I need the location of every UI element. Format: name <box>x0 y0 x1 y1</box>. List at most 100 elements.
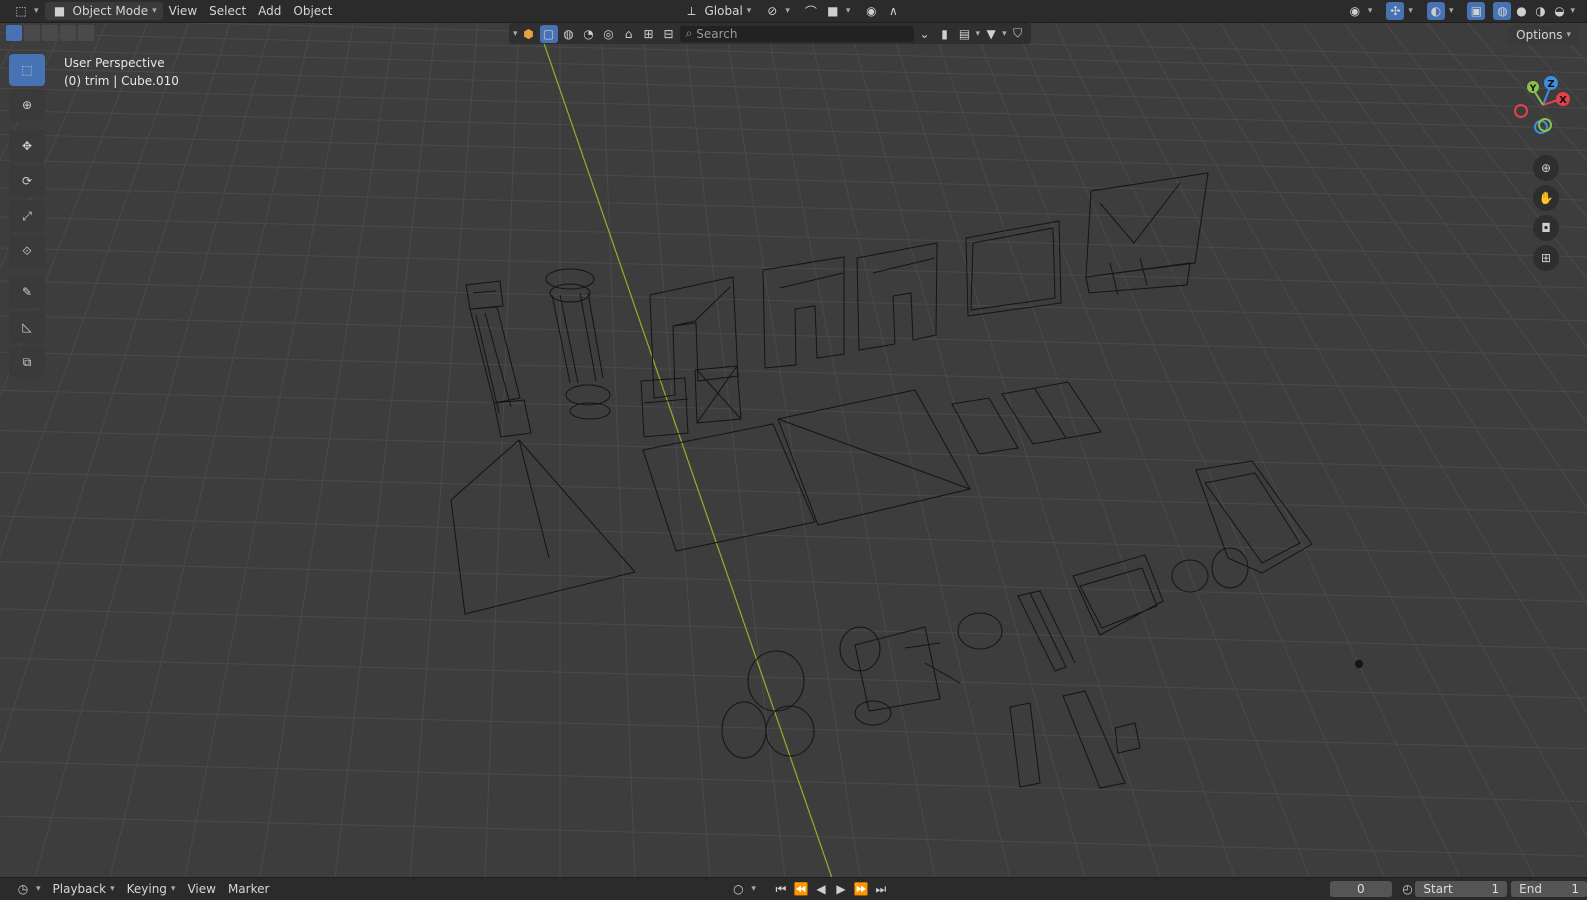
y-axis-label: Y <box>1529 84 1537 94</box>
end-frame-field[interactable]: End 1 <box>1511 881 1587 897</box>
menu-marker[interactable]: Marker <box>222 880 275 898</box>
empty-filter-icon[interactable]: ⊞ <box>640 25 658 43</box>
play-icon[interactable]: ▶ <box>832 880 850 898</box>
chevron-down-icon[interactable]: ▾ <box>976 29 981 39</box>
start-frame-field[interactable]: Start 1 <box>1415 881 1508 897</box>
menu-timeline-view[interactable]: View <box>181 880 221 898</box>
ortho-toggle-button[interactable]: ⊞ <box>1533 245 1559 271</box>
dropdown-icon[interactable]: ⌄ <box>916 25 934 43</box>
menu-select[interactable]: Select <box>203 2 252 20</box>
add-cube-tool[interactable]: ⧉ <box>9 346 45 378</box>
jump-start-icon[interactable]: ⏮ <box>772 880 790 898</box>
camera-view-button[interactable]: ◘ <box>1533 215 1559 241</box>
overlays-icon: ◐ <box>1426 2 1445 20</box>
chevron-down-icon: ▾ <box>785 6 790 16</box>
wire-crate-2 <box>694 365 742 424</box>
solid-shading-icon[interactable]: ● <box>1512 2 1530 20</box>
select-new-icon[interactable] <box>6 25 22 41</box>
neg-y-icon <box>1538 118 1552 132</box>
select-extend-icon[interactable] <box>24 25 40 41</box>
select-box-tool[interactable]: ⬚ <box>9 54 45 86</box>
light-filter-icon[interactable]: ◎ <box>600 25 618 43</box>
transform-icon: ⟐ <box>22 243 32 258</box>
gizmo-icon: ✣ <box>1386 2 1405 20</box>
material-shading-icon[interactable]: ◑ <box>1531 2 1549 20</box>
wire-panel <box>965 220 1062 317</box>
snap-button[interactable]: ⌒ ■ ▾ <box>796 2 857 20</box>
transform-tool[interactable]: ⟐ <box>9 235 45 267</box>
grid-lines <box>0 23 1587 877</box>
chevron-down-icon: ▾ <box>36 884 41 894</box>
menu-keying[interactable]: Keying ▾ <box>121 880 182 898</box>
select-invert-icon[interactable] <box>60 25 76 41</box>
mode-label: Object Mode <box>72 4 149 18</box>
camera-filter-icon[interactable]: ⌂ <box>620 25 638 43</box>
auto-key-button[interactable]: ○ ▾ <box>723 880 762 898</box>
chevron-down-icon[interactable]: ▾ <box>1002 29 1007 39</box>
wire-arch-3 <box>856 242 938 351</box>
cursor-icon: ⊕ <box>21 98 33 112</box>
chevron-down-icon[interactable]: ▾ <box>513 29 518 39</box>
current-frame-field[interactable]: 0 <box>1329 881 1392 897</box>
zoom-button[interactable]: ⊕ <box>1533 155 1559 181</box>
chevron-down-icon: ▾ <box>170 884 176 894</box>
search-field[interactable]: ⌕ Search <box>679 25 914 42</box>
editor-type-button[interactable]: ⬚ ▾ <box>6 2 45 20</box>
snap-icon: ⌒ <box>804 4 817 19</box>
3d-viewport[interactable]: ▾ ⬢ ▢ ◍ ◔ ◎ ⌂ ⊞ ⊟ ⌕ Search ⌄ ▮ ▤ ▾ ▼ ▾ ⛉… <box>0 23 1587 877</box>
falloff-icon: ∧ <box>888 4 898 18</box>
annotate-tool[interactable]: ✎ <box>9 276 45 308</box>
viewport-grid <box>0 23 1587 877</box>
move-tool[interactable]: ✥ <box>9 130 45 162</box>
play-reverse-icon[interactable]: ◀ <box>812 880 830 898</box>
proportional-edit-button[interactable]: ◉ ∧ <box>856 2 908 20</box>
wireframe-shading-icon[interactable]: ◍ <box>1493 2 1512 20</box>
shield-icon[interactable]: ⛉ <box>1009 25 1027 43</box>
overlays-toggle[interactable]: ◐ ▾ <box>1421 2 1460 20</box>
cursor-tool[interactable]: ⊕ <box>9 89 45 121</box>
curve-filter-icon[interactable]: ◔ <box>580 25 598 43</box>
timeline-editor-button[interactable]: ◷ ▾ <box>8 880 47 898</box>
scale-tool[interactable]: ⤢ <box>9 200 45 232</box>
wire-tile-small <box>951 397 1019 455</box>
jump-end-icon[interactable]: ⏭ <box>872 880 890 898</box>
rendered-shading-icon[interactable]: ◒ <box>1550 2 1568 20</box>
mesh-filter-icon[interactable]: ◍ <box>560 25 578 43</box>
end-value: 1 <box>1571 882 1579 896</box>
menu-view[interactable]: View <box>163 2 203 20</box>
mode-dropdown[interactable]: ■ Object Mode ▾ <box>44 2 163 20</box>
transform-orientation-dropdown[interactable]: ⟂ Global ▾ <box>677 2 758 20</box>
rotate-tool[interactable]: ⟳ <box>9 165 45 197</box>
bookmark-icon[interactable]: ▮ <box>936 25 954 43</box>
stopwatch-icon[interactable]: ◴ <box>1400 880 1416 898</box>
chevron-down-icon: ▾ <box>1566 30 1571 40</box>
menu-playback[interactable]: Playback ▾ <box>47 880 121 898</box>
tool-shelf: ⬚ ⊕ ✥ ⟳ ⤢ ⟐ ✎ ◺ ⧉ <box>9 54 47 381</box>
menu-add[interactable]: Add <box>252 2 287 20</box>
pan-button[interactable]: ✋ <box>1533 185 1559 211</box>
menu-object[interactable]: Object <box>287 2 338 20</box>
zoom-icon: ⊕ <box>1540 161 1552 175</box>
neg-x-icon <box>1514 104 1528 118</box>
x-axis-label: X <box>1559 95 1567 106</box>
chevron-down-icon[interactable]: ▾ <box>1570 6 1575 16</box>
gizmo-toggle[interactable]: ✣ ▾ <box>1380 2 1419 20</box>
perspective-label: User Perspective <box>64 56 165 70</box>
wire-tile-2 <box>1001 381 1102 445</box>
layout-icon[interactable]: ▤ <box>956 25 974 43</box>
prev-keyframe-icon[interactable]: ⏪ <box>792 880 810 898</box>
chevron-down-icon: ▾ <box>845 6 851 16</box>
next-keyframe-icon[interactable]: ⏩ <box>852 880 870 898</box>
pivot-button[interactable]: ⊘ ▾ <box>757 2 796 20</box>
select-intersect-icon[interactable] <box>78 25 94 41</box>
select-subtract-icon[interactable] <box>42 25 58 41</box>
colorful-cube-icon[interactable]: ⬢ <box>520 25 538 43</box>
axis-gizmo[interactable]: Z Y X <box>1511 65 1571 145</box>
measure-tool[interactable]: ◺ <box>9 311 45 343</box>
options-dropdown[interactable]: Options ▾ <box>1508 25 1579 45</box>
xray-toggle[interactable]: ▣ <box>1461 2 1491 20</box>
other-filter-icon[interactable]: ⊟ <box>660 25 678 43</box>
object-filter-icon[interactable]: ▢ <box>539 24 558 43</box>
visibility-button[interactable]: ◉ ▾ <box>1340 2 1379 20</box>
filter-icon[interactable]: ▼ <box>982 25 1000 43</box>
